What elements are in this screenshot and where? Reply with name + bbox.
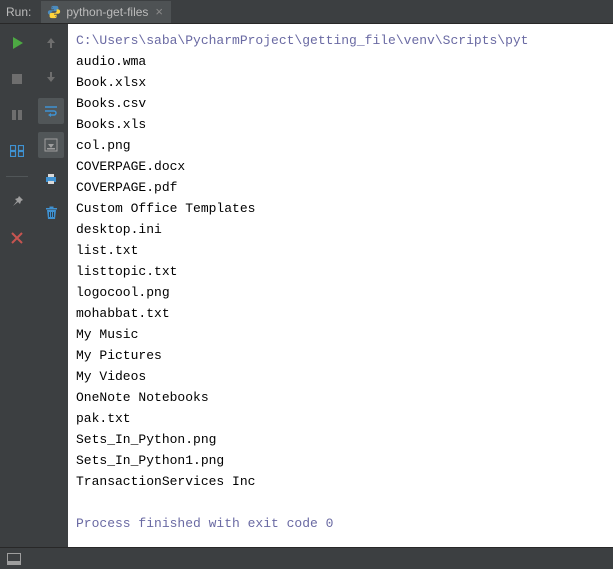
soft-wrap-button[interactable] — [38, 98, 64, 124]
close-button[interactable] — [4, 225, 30, 251]
scroll-to-end-button[interactable] — [38, 132, 64, 158]
separator — [6, 176, 28, 177]
main-area: C:\Users\saba\PycharmProject\getting_fil… — [0, 24, 613, 547]
console-wrap: C:\Users\saba\PycharmProject\getting_fil… — [68, 24, 613, 547]
clear-button[interactable] — [38, 200, 64, 226]
pin-button[interactable] — [4, 189, 30, 215]
run-tab[interactable]: python-get-files × — [41, 1, 171, 23]
tool-windows-icon[interactable] — [4, 549, 24, 569]
close-tab-icon[interactable]: × — [153, 5, 165, 18]
console-output[interactable]: C:\Users\saba\PycharmProject\getting_fil… — [68, 24, 613, 547]
rerun-button[interactable] — [4, 30, 30, 56]
run-header: Run: python-get-files × — [0, 0, 613, 24]
status-bar — [0, 547, 613, 569]
tab-label: python-get-files — [66, 5, 148, 19]
up-button[interactable] — [38, 30, 64, 56]
stop-button[interactable] — [4, 66, 30, 92]
toolbar-left-2 — [34, 24, 68, 547]
python-icon — [47, 5, 61, 19]
run-label: Run: — [0, 5, 39, 19]
pause-button[interactable] — [4, 102, 30, 128]
down-button[interactable] — [38, 64, 64, 90]
layout-button[interactable] — [4, 138, 30, 164]
toolbar-left — [0, 24, 34, 547]
print-button[interactable] — [38, 166, 64, 192]
